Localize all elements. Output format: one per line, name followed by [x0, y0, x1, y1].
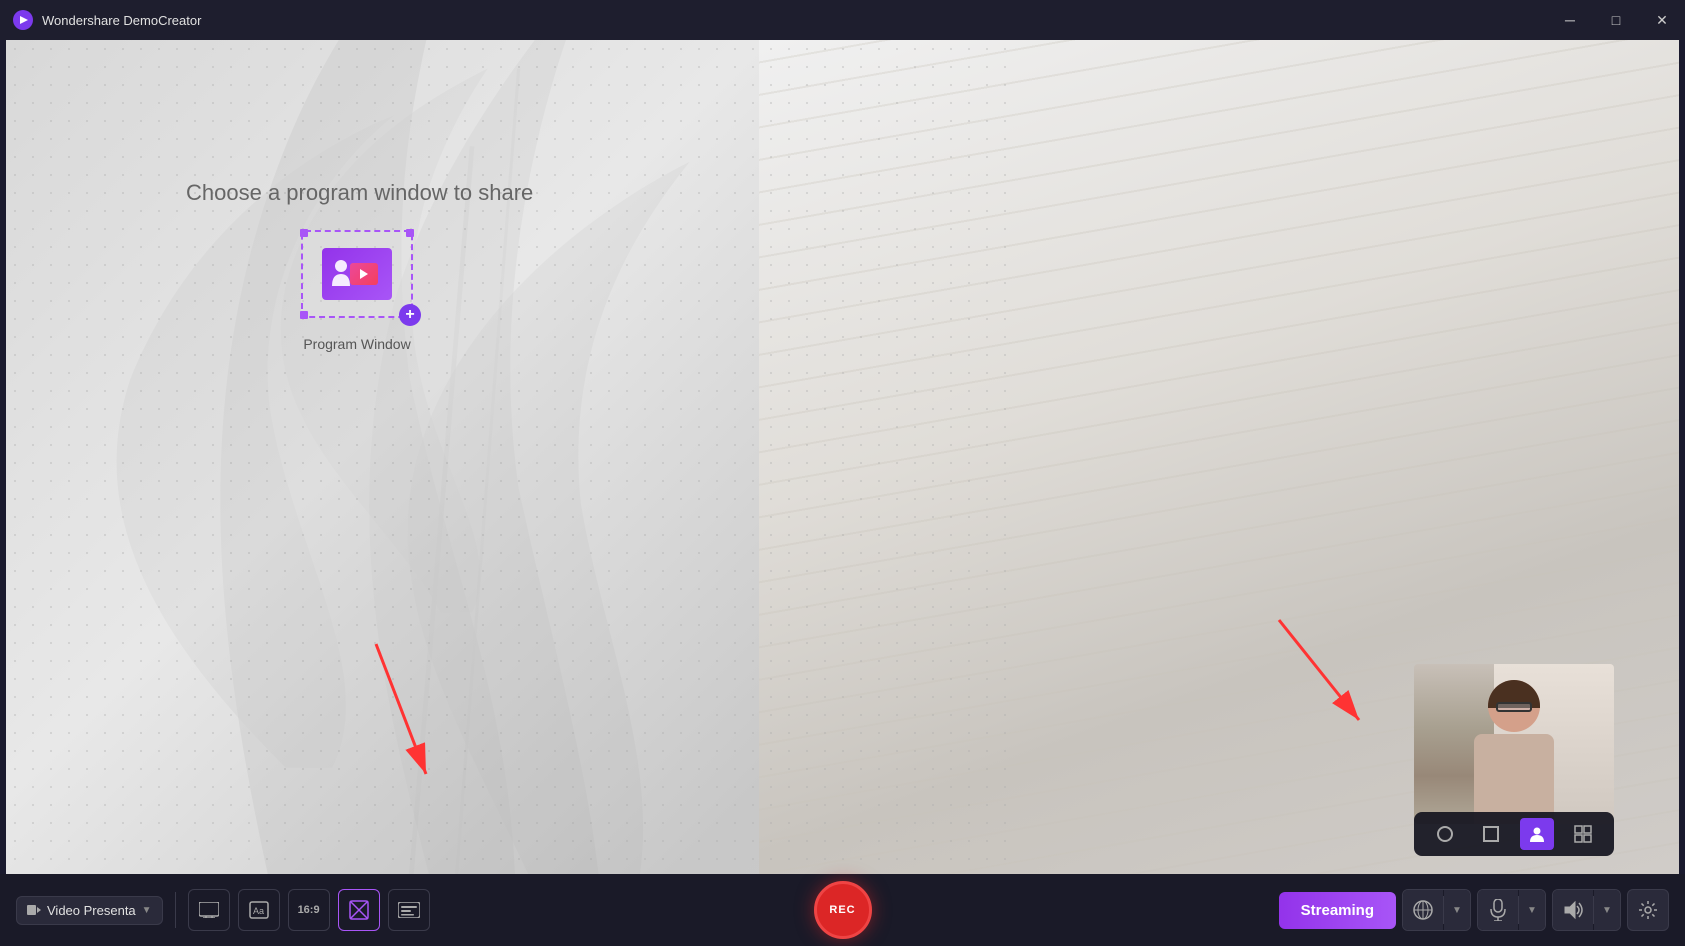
- arrow-camera-controls: [1199, 600, 1399, 780]
- cam-ctrl-person-button[interactable]: [1520, 818, 1554, 850]
- webcam-control-group: ▼: [1402, 889, 1471, 931]
- settings-button[interactable]: [1627, 889, 1669, 931]
- rec-label: REC: [829, 904, 855, 916]
- svg-text:Aa: Aa: [253, 906, 264, 916]
- rec-button[interactable]: REC: [814, 881, 872, 939]
- speaker-chevron-button[interactable]: ▼: [1594, 890, 1620, 930]
- palm-shadow: [6, 40, 1093, 874]
- app-logo: [12, 9, 34, 31]
- widget-inner: [322, 248, 392, 300]
- preview-background: Choose a program window to share: [6, 40, 1679, 874]
- screen-capture-button[interactable]: [188, 889, 230, 931]
- mic-chevron-button[interactable]: ▼: [1519, 890, 1545, 930]
- program-window-widget[interactable]: + Program Window: [301, 230, 413, 352]
- titlebar: Wondershare DemoCreator ─ □ ✕: [0, 0, 1685, 40]
- play-button-icon: [350, 263, 378, 285]
- add-widget-icon[interactable]: +: [399, 304, 421, 326]
- mode-selector[interactable]: Video Presenta ▼: [16, 896, 163, 925]
- chevron-down-icon: ▼: [142, 905, 152, 916]
- bottom-toolbar: Video Presenta ▼ Aa 16:9: [0, 874, 1685, 946]
- grid-overlay-button[interactable]: [338, 889, 380, 931]
- speaker-button[interactable]: [1553, 890, 1593, 930]
- aspect-ratio-button[interactable]: 16:9: [288, 889, 330, 931]
- widget-box: +: [301, 230, 413, 318]
- mic-button[interactable]: [1478, 890, 1518, 930]
- mic-control-group: ▼: [1477, 889, 1546, 931]
- camera-controls-toolbar: [1414, 812, 1614, 856]
- cam-ctrl-square-button[interactable]: [1474, 818, 1508, 850]
- aspect-ratio-label: 16:9: [298, 904, 320, 916]
- rec-area: REC: [814, 881, 872, 939]
- cam-ctrl-circle-button[interactable]: [1428, 818, 1462, 850]
- speaker-control-group: ▼: [1552, 889, 1621, 931]
- streaming-button[interactable]: Streaming: [1279, 892, 1396, 929]
- app-title: Wondershare DemoCreator: [42, 13, 201, 28]
- person-icon: [330, 258, 352, 291]
- video-icon: [27, 903, 41, 917]
- divider-1: [175, 892, 176, 928]
- caption-button[interactable]: [388, 889, 430, 931]
- camera-feed: [1414, 664, 1614, 824]
- toolbar-right: Streaming ▼: [1279, 889, 1669, 931]
- arrow-bottom-left: [246, 614, 466, 814]
- cam-ctrl-grid-button[interactable]: [1566, 818, 1600, 850]
- maximize-button[interactable]: □: [1593, 0, 1639, 40]
- overlay-text-button[interactable]: Aa: [238, 889, 280, 931]
- webcam-chevron-button[interactable]: ▼: [1444, 890, 1470, 930]
- main-area: Choose a program window to share: [0, 40, 1685, 946]
- close-button[interactable]: ✕: [1639, 0, 1685, 40]
- webcam-button[interactable]: [1403, 890, 1443, 930]
- minimize-button[interactable]: ─: [1547, 0, 1593, 40]
- canvas-area: Choose a program window to share: [6, 40, 1679, 874]
- widget-label: Program Window: [303, 336, 410, 352]
- mode-label: Video Presenta: [47, 903, 136, 918]
- choose-program-text: Choose a program window to share: [186, 180, 533, 206]
- window-controls: ─ □ ✕: [1547, 0, 1685, 40]
